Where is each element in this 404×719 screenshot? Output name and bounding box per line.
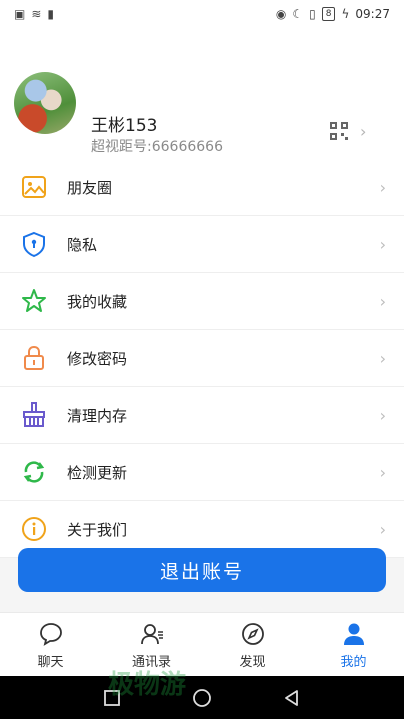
tab-me[interactable]: 我的 xyxy=(303,613,404,677)
menu-item-change-password[interactable]: 修改密码 › xyxy=(0,330,404,387)
tab-chat[interactable]: 聊天 xyxy=(0,613,101,677)
tab-label: 我的 xyxy=(340,654,367,670)
qr-code-icon[interactable] xyxy=(330,122,348,140)
profile-icon xyxy=(343,623,364,645)
menu-item-favorites[interactable]: 我的收藏 › xyxy=(0,273,404,330)
user-id: 超视距号:66666666 xyxy=(91,139,223,155)
moments-icon xyxy=(22,176,46,198)
chevron-right-icon: › xyxy=(379,234,386,254)
star-icon xyxy=(22,289,46,312)
home-icon[interactable] xyxy=(192,688,212,708)
menu-label: 朋友圈 xyxy=(67,178,113,197)
charging-icon: ϟ xyxy=(341,7,350,21)
menu-label: 我的收藏 xyxy=(67,292,128,311)
system-nav-bar xyxy=(0,676,404,719)
clock: 09:27 xyxy=(355,7,390,21)
sim-alert-icon: ▣ xyxy=(14,7,26,21)
status-bar: ▣ ≋ ▮ ◉ ☾ ▯ 8 ϟ 09:27 xyxy=(0,0,404,28)
tab-label: 发现 xyxy=(239,654,266,670)
avatar[interactable] xyxy=(14,72,76,134)
broom-icon xyxy=(23,402,45,427)
chevron-right-icon: › xyxy=(379,177,386,197)
moon-icon: ☾ xyxy=(292,7,304,21)
battery-indicator: 8 xyxy=(321,7,336,21)
chevron-right-icon: › xyxy=(379,291,386,311)
tab-contacts[interactable]: 通讯录 xyxy=(101,613,202,677)
recent-apps-icon[interactable] xyxy=(102,688,122,708)
chevron-right-icon: › xyxy=(360,122,367,141)
storage-icon: ▮ xyxy=(47,7,55,21)
menu-item-moments[interactable]: 朋友圈 › xyxy=(0,159,404,216)
compass-icon xyxy=(241,622,264,645)
menu-label: 检测更新 xyxy=(67,463,128,482)
privacy-shield-icon xyxy=(23,231,45,258)
tab-label: 通讯录 xyxy=(131,654,171,670)
user-name: 王彬153 xyxy=(91,116,158,136)
refresh-icon xyxy=(23,461,45,483)
chevron-right-icon: › xyxy=(379,462,386,482)
menu-label: 清理内存 xyxy=(67,406,128,425)
menu-item-clear-memory[interactable]: 清理内存 › xyxy=(0,387,404,444)
chat-icon xyxy=(39,622,62,646)
back-icon[interactable] xyxy=(282,688,302,708)
chevron-right-icon: › xyxy=(379,405,386,425)
wifi-icon: ≋ xyxy=(31,7,42,21)
settings-menu: 朋友圈 › 隐私 › 我的收藏 › 修改密码 › 清理内存 › 检测更新 › 关… xyxy=(0,159,404,558)
profile-header[interactable]: 王彬153 超视距号:66666666 › xyxy=(0,28,404,161)
vibrate-icon: ▯ xyxy=(309,7,316,21)
chevron-right-icon: › xyxy=(379,519,386,539)
menu-item-check-update[interactable]: 检测更新 › xyxy=(0,444,404,501)
menu-label: 隐私 xyxy=(67,235,98,254)
menu-label: 关于我们 xyxy=(67,520,128,539)
info-icon xyxy=(22,517,46,541)
lock-icon xyxy=(24,345,44,370)
eye-icon: ◉ xyxy=(275,7,287,21)
tab-label: 聊天 xyxy=(37,654,64,670)
logout-button[interactable]: 退出账号 xyxy=(18,548,386,592)
chevron-right-icon: › xyxy=(379,348,386,368)
menu-label: 修改密码 xyxy=(67,349,128,368)
contacts-icon xyxy=(140,623,163,644)
menu-item-privacy[interactable]: 隐私 › xyxy=(0,216,404,273)
tab-discover[interactable]: 发现 xyxy=(202,613,303,677)
bottom-tab-bar: 聊天 通讯录 发现 我的 xyxy=(0,612,404,677)
